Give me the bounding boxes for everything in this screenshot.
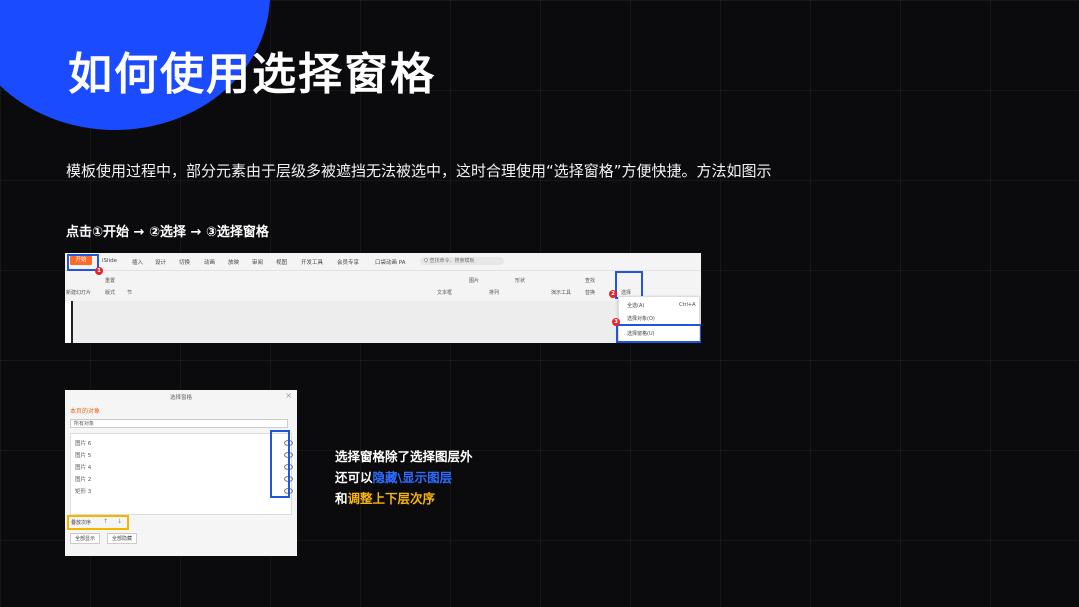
steps-text: 点击①开始 → ②选择 → ③选择窗格 [66,225,269,240]
tool-reset[interactable]: 重置 [105,277,115,284]
move-down-icon[interactable]: ↓ [117,518,122,525]
tool-new-slide[interactable]: 新建幻灯片 [66,289,91,296]
tool-presentation[interactable]: 演示工具 [551,289,571,296]
move-up-icon[interactable]: ↑ [103,518,108,525]
tool-layout[interactable]: 版式 [105,289,115,296]
tab-view[interactable]: 视图 [276,258,287,266]
ribbon-screenshot: 开始 iSlide 插入 设计 切换 动画 放映 审阅 视图 开发工具 会员专享… [65,253,701,343]
side-line-3-prefix: 和 [335,491,348,506]
side-line-2-highlight: 隐藏\显示图层 [372,470,453,485]
side-line-1: 选择窗格除了选择图层外 [335,449,473,464]
tool-textbox[interactable]: 文本框 [437,289,452,296]
tab-review[interactable]: 审阅 [252,258,263,266]
list-item[interactable]: 图片 5 [75,451,91,459]
tab-slideshow[interactable]: 放映 [228,258,239,266]
side-line-2: 还可以隐藏\显示图层 [335,467,473,488]
hide-all-button[interactable]: 全部隐藏 [107,533,138,544]
ribbon-toolbar: 重置 图片 形状 查找 新建幻灯片 版式 节 文本框 排列 演示工具 替换 选择 [65,271,701,301]
tab-pocket-animation[interactable]: 口袋动画 PA [375,258,405,266]
objects-filter-select[interactable]: 所有对象 [70,419,288,428]
visibility-highlight-box [270,430,290,498]
selection-pane-screenshot: 选择窗格 × 本页的对象 所有对象 图片 6 图片 5 图片 4 图片 2 矩形… [65,390,297,556]
selection-pane-highlight-box [616,324,701,343]
tab-design[interactable]: 设计 [155,258,166,266]
tab-animation[interactable]: 动画 [204,258,215,266]
list-item[interactable]: 图片 2 [75,475,91,483]
menu-shortcut-select-all: Ctrl+A [679,302,696,308]
tool-section[interactable]: 节 [127,289,132,296]
start-highlight-box [67,254,99,271]
description-text: 模板使用过程中，部分元素由于层级多被遮挡无法被选中，这时合理使用“选择窗格”方便… [66,162,772,180]
list-item[interactable]: 图片 4 [75,463,91,471]
list-item[interactable]: 图片 6 [75,439,91,447]
side-line-2-prefix: 还可以 [335,470,373,485]
side-line-3-highlight: 调整上下层次序 [347,491,436,506]
tab-transition[interactable]: 切换 [179,258,190,266]
menu-item-select-objects[interactable]: 选择对象(O) [627,315,655,322]
slide-area [65,301,701,343]
tool-replace[interactable]: 替换 [585,289,595,296]
page-title: 如何使用选择窗格 [68,49,436,100]
tool-picture[interactable]: 图片 [469,277,479,284]
tool-find[interactable]: 查找 [585,277,595,284]
list-item[interactable]: 矩形 3 [75,487,91,495]
objects-list: 图片 6 图片 5 图片 4 图片 2 矩形 3 [70,433,293,515]
ribbon-tab-bar: 开始 iSlide 插入 设计 切换 动画 放映 审阅 视图 开发工具 会员专享… [65,253,701,271]
tab-developer[interactable]: 开发工具 [301,258,323,266]
close-icon[interactable]: × [285,391,292,400]
pane-subtitle: 本页的对象 [70,408,101,415]
show-all-button[interactable]: 全部显示 [70,533,101,544]
menu-item-select-all[interactable]: 全选(A) [627,302,644,309]
order-label: 叠放次序 [71,520,92,526]
ribbon-search[interactable]: Q 查找命令、搜索模板 [420,257,504,265]
tool-arrange[interactable]: 排列 [489,289,499,296]
order-highlight-box: 叠放次序 ↑ ↓ [67,515,129,530]
slide-thumbnail-edge [65,301,73,343]
tab-member[interactable]: 会员专享 [337,258,359,266]
marker-2: 2 [609,290,617,298]
side-explanation: 选择窗格除了选择图层外 还可以隐藏\显示图层 和调整上下层次序 [335,446,473,509]
side-line-3: 和调整上下层次序 [335,488,473,509]
select-highlight-box [615,271,643,299]
pane-title: 选择窗格 [169,395,192,401]
tool-shape[interactable]: 形状 [515,277,525,284]
tab-insert[interactable]: 插入 [132,258,143,266]
tab-islide[interactable]: iSlide [102,258,117,264]
marker-3: 3 [612,318,620,326]
